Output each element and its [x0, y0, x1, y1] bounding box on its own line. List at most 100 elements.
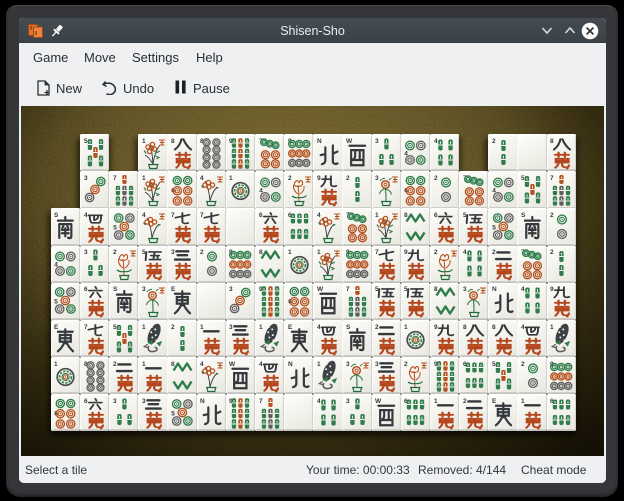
- svg-text:3: 3: [375, 175, 379, 182]
- svg-text:E: E: [288, 324, 293, 331]
- svg-text:8: 8: [492, 324, 496, 331]
- svg-text:1: 1: [54, 361, 58, 368]
- svg-text:S: S: [521, 212, 526, 219]
- svg-text:S: S: [113, 287, 118, 294]
- svg-text:1: 1: [317, 361, 321, 368]
- svg-text:7: 7: [84, 324, 88, 331]
- svg-text:4: 4: [142, 212, 146, 219]
- svg-text:1: 1: [200, 324, 204, 331]
- svg-text:2: 2: [550, 212, 554, 219]
- svg-text:W: W: [317, 287, 324, 294]
- svg-text:3: 3: [84, 175, 88, 182]
- svg-text:8: 8: [550, 138, 554, 145]
- svg-text:7: 7: [113, 175, 117, 182]
- svg-text:1: 1: [229, 175, 233, 182]
- svg-text:2: 2: [434, 250, 438, 257]
- svg-text:2: 2: [434, 175, 438, 182]
- svg-text:4: 4: [200, 361, 204, 368]
- svg-text:N: N: [288, 361, 293, 368]
- svg-text:5: 5: [521, 175, 525, 182]
- svg-text:2: 2: [113, 361, 117, 368]
- svg-text:9: 9: [317, 175, 321, 182]
- svg-text:9: 9: [404, 250, 408, 257]
- svg-text:7: 7: [171, 212, 175, 219]
- svg-text:1: 1: [142, 175, 146, 182]
- svg-text:3: 3: [375, 138, 379, 145]
- svg-text:9: 9: [434, 324, 438, 331]
- svg-text:8: 8: [463, 324, 467, 331]
- svg-text:1: 1: [375, 212, 379, 219]
- svg-text:3: 3: [142, 287, 146, 294]
- svg-text:6: 6: [434, 212, 438, 219]
- svg-text:3: 3: [142, 398, 146, 405]
- svg-text:9: 9: [550, 287, 554, 294]
- svg-text:1: 1: [317, 250, 321, 257]
- svg-text:4: 4: [317, 324, 321, 331]
- svg-text:1: 1: [550, 324, 554, 331]
- svg-text:4: 4: [434, 138, 438, 145]
- svg-text:7: 7: [259, 398, 263, 405]
- svg-text:2: 2: [521, 361, 525, 368]
- svg-text:5: 5: [113, 225, 117, 232]
- svg-text:2: 2: [492, 138, 496, 145]
- svg-text:5: 5: [492, 225, 496, 232]
- svg-text:4: 4: [317, 212, 321, 219]
- svg-text:1: 1: [142, 361, 146, 368]
- svg-text:S: S: [54, 212, 59, 219]
- svg-text:N: N: [492, 287, 497, 294]
- svg-text:2: 2: [492, 250, 496, 257]
- svg-text:W: W: [375, 398, 382, 405]
- svg-text:S: S: [346, 324, 351, 331]
- svg-text:1: 1: [288, 250, 292, 257]
- svg-text:5: 5: [84, 138, 88, 145]
- svg-text:3: 3: [113, 398, 117, 405]
- svg-text:E: E: [171, 287, 176, 294]
- svg-text:1: 1: [404, 324, 408, 331]
- svg-text:4: 4: [463, 250, 467, 257]
- svg-text:1: 1: [259, 324, 263, 331]
- svg-text:5: 5: [113, 324, 117, 331]
- svg-text:7: 7: [550, 175, 554, 182]
- svg-text:5: 5: [492, 361, 496, 368]
- svg-text:3: 3: [171, 250, 175, 257]
- svg-text:N: N: [317, 138, 322, 145]
- svg-text:3: 3: [346, 398, 350, 405]
- svg-text:1: 1: [434, 398, 438, 405]
- svg-text:3: 3: [84, 250, 88, 257]
- svg-text:3: 3: [229, 324, 233, 331]
- svg-text:2: 2: [113, 250, 117, 257]
- svg-text:4: 4: [84, 212, 88, 219]
- svg-text:2: 2: [375, 324, 379, 331]
- svg-text:2: 2: [404, 361, 408, 368]
- svg-text:4: 4: [317, 398, 321, 405]
- svg-text:1: 1: [142, 324, 146, 331]
- svg-text:2: 2: [288, 175, 292, 182]
- svg-text:W: W: [229, 361, 236, 368]
- svg-text:2: 2: [200, 250, 204, 257]
- svg-text:W: W: [346, 138, 353, 145]
- svg-text:7: 7: [346, 287, 350, 294]
- svg-text:2: 2: [463, 398, 467, 405]
- svg-text:1: 1: [521, 398, 525, 405]
- svg-text:5: 5: [55, 299, 59, 306]
- svg-text:2: 2: [550, 250, 554, 257]
- svg-text:2: 2: [346, 175, 350, 182]
- svg-text:4: 4: [521, 287, 525, 294]
- svg-text:3: 3: [463, 287, 467, 294]
- svg-text:E: E: [54, 324, 59, 331]
- svg-text:N: N: [200, 398, 205, 405]
- svg-text:3: 3: [229, 287, 233, 294]
- svg-text:4: 4: [259, 361, 263, 368]
- svg-text:6: 6: [84, 398, 88, 405]
- svg-text:3: 3: [346, 361, 350, 368]
- svg-text:2: 2: [171, 324, 175, 331]
- svg-text:3: 3: [375, 361, 379, 368]
- svg-text:7: 7: [375, 250, 379, 257]
- svg-text:5: 5: [171, 410, 175, 417]
- svg-text:6: 6: [259, 212, 263, 219]
- svg-text:6: 6: [84, 287, 88, 294]
- svg-text:8: 8: [171, 138, 175, 145]
- svg-text:4: 4: [521, 324, 525, 331]
- svg-text:7: 7: [200, 212, 204, 219]
- svg-text:4: 4: [200, 175, 204, 182]
